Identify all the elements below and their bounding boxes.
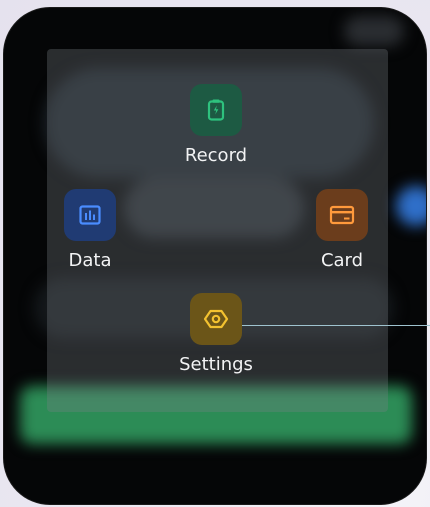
bg-shape xyxy=(396,186,426,226)
record-icon-tile xyxy=(190,84,242,136)
card-icon-tile xyxy=(316,189,368,241)
bar-chart-icon xyxy=(79,205,101,225)
settings-icon-tile xyxy=(190,293,242,345)
settings-button[interactable]: Settings xyxy=(161,293,271,376)
record-button[interactable]: Record xyxy=(161,84,271,167)
hexagon-settings-icon xyxy=(203,309,229,329)
screen: Record Data Card Settings xyxy=(0,0,430,507)
data-label: Data xyxy=(68,250,112,271)
pointer-line xyxy=(242,325,430,326)
card-button[interactable]: Card xyxy=(287,189,397,272)
data-button[interactable]: Data xyxy=(35,189,145,272)
data-icon-tile xyxy=(64,189,116,241)
card-icon xyxy=(329,205,355,225)
settings-label: Settings xyxy=(179,354,253,375)
card-label: Card xyxy=(320,250,364,271)
record-label: Record xyxy=(184,145,248,166)
clipboard-charge-icon xyxy=(207,99,225,121)
bg-shape xyxy=(344,16,404,46)
